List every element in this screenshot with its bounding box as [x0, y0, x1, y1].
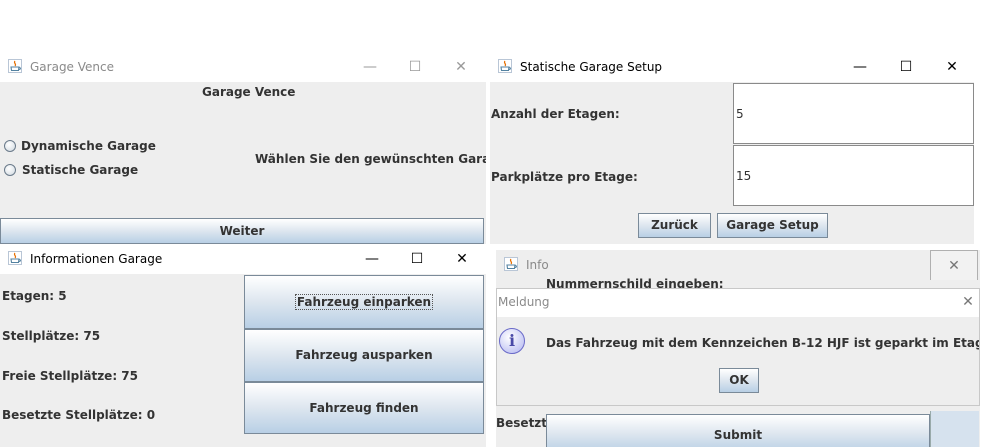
close-button-frame[interactable]: ✕ [930, 250, 978, 282]
floors-label: Anzahl der Etagen: [491, 107, 620, 121]
radio-static-label[interactable]: Statische Garage [22, 163, 138, 177]
window-title: Informationen Garage [30, 252, 163, 266]
window-static-garage-setup: Statische Garage Setup — ☐ ✕ Anzahl der … [490, 52, 974, 244]
window-garage-vence: Garage Vence — ☐ ✕ Garage Vence Dynamisc… [0, 52, 486, 244]
window-content: Etagen: 5 Stellplätze: 75 Freie Stellplä… [0, 274, 486, 447]
titlebar[interactable]: Statische Garage Setup — ☐ ✕ [490, 52, 974, 82]
garage-setup-button[interactable]: Garage Setup [717, 213, 828, 238]
park-vehicle-label: Fahrzeug einparken [294, 294, 434, 310]
minimize-icon[interactable]: — [347, 52, 393, 82]
titlebar[interactable]: Info ✕ [496, 250, 980, 282]
find-vehicle-button[interactable]: Fahrzeug finden [244, 382, 484, 434]
radio-dynamic[interactable] [4, 140, 16, 152]
dialog-meldung: Meldung ✕ i Das Fahrzeug mit dem Kennzei… [496, 288, 980, 406]
back-button[interactable]: Zurück [638, 213, 711, 238]
heading: Garage Vence [202, 85, 296, 99]
window-title: Garage Vence [30, 60, 114, 74]
desktop: { "win1": { "title": "Garage Vence", "he… [0, 0, 987, 447]
park-vehicle-button[interactable]: Fahrzeug einparken [244, 275, 484, 329]
garage-type-prompt: Wählen Sie den gewünschten Garagetyp [255, 152, 486, 166]
ok-button[interactable]: OK [719, 368, 759, 393]
dialog-title: Meldung [498, 295, 550, 309]
window-content: Garage Vence Dynamische Garage Statische… [0, 82, 486, 244]
close-icon[interactable]: ✕ [438, 52, 484, 82]
radio-static[interactable] [4, 164, 16, 176]
floors-field[interactable]: 5 [733, 83, 974, 144]
java-icon [504, 257, 518, 271]
free-spots-info: Freie Stellplätze: 75 [2, 369, 138, 383]
maximize-icon[interactable]: ☐ [394, 244, 440, 274]
dialog-content: i Das Fahrzeug mit dem Kennzeichen B-12 … [497, 317, 979, 405]
window-title: Statische Garage Setup [520, 60, 663, 74]
window-title: Info [526, 258, 549, 272]
titlebar[interactable]: Garage Vence — ☐ ✕ [0, 52, 486, 82]
maximize-icon[interactable]: ☐ [883, 52, 929, 82]
close-icon[interactable]: ✕ [439, 244, 485, 274]
java-icon [498, 59, 512, 73]
floors-info: Etagen: 5 [2, 289, 67, 303]
close-icon[interactable]: ✕ [929, 52, 974, 82]
titlebar[interactable]: Meldung ✕ [497, 289, 979, 317]
spots-label: Parkplätze pro Etage: [491, 170, 638, 184]
close-icon[interactable]: ✕ [953, 289, 979, 319]
minimize-icon[interactable]: — [349, 244, 395, 274]
minimize-icon[interactable]: — [837, 52, 883, 82]
titlebar[interactable]: Informationen Garage — ☐ ✕ [0, 244, 486, 274]
next-button[interactable]: Weiter [0, 218, 484, 244]
maximize-icon[interactable]: ☐ [392, 52, 438, 82]
spots-info: Stellplätze: 75 [2, 329, 101, 343]
submit-button[interactable]: Submit [546, 414, 930, 447]
info-icon: i [499, 328, 525, 354]
unpark-vehicle-button[interactable]: Fahrzeug ausparken [244, 329, 484, 382]
right-panel [930, 411, 979, 447]
spots-field[interactable]: 15 [733, 145, 974, 206]
window-informationen-garage: Informationen Garage — ☐ ✕ Etagen: 5 Ste… [0, 244, 486, 447]
close-icon[interactable]: ✕ [931, 251, 977, 281]
window-content: Anzahl der Etagen: 5 Parkplätze pro Etag… [490, 82, 974, 244]
java-icon [8, 59, 22, 73]
radio-dynamic-label[interactable]: Dynamische Garage [21, 139, 156, 153]
java-icon [8, 251, 22, 265]
occupied-spots-info: Besetzte Stellplätze: 0 [2, 408, 156, 422]
dialog-message: Das Fahrzeug mit dem Kennzeichen B-12 HJ… [546, 336, 979, 350]
